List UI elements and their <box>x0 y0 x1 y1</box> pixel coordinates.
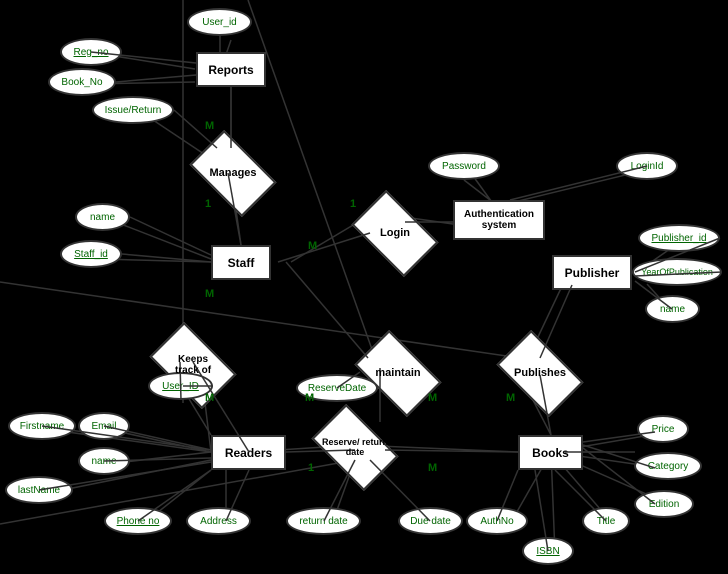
entity-reports: Reports <box>196 52 266 87</box>
multiplicity-m1: M <box>205 120 214 132</box>
entity-books: Books <box>518 435 583 470</box>
multiplicity-m-maintain: M <box>305 392 314 404</box>
ellipse-loginid: LoginId <box>616 152 678 180</box>
multiplicity-m-readers: M <box>205 392 214 404</box>
ellipse-edition: Edition <box>634 490 694 518</box>
ellipse-publisher-id: Publisher_id <box>638 224 720 252</box>
multiplicity-m-reserve2: M <box>428 462 437 474</box>
diamond-reserve-return: Reserve/ returndate <box>310 422 400 472</box>
ellipse-return-date: return date <box>286 507 361 535</box>
ellipse-user-id2: User_ID <box>148 372 213 400</box>
multiplicity-m-books: M <box>506 392 515 404</box>
ellipse-issue-return: Issue/Return <box>92 96 174 124</box>
multiplicity-m-login: M <box>308 240 317 252</box>
ellipse-name-reader: name <box>78 447 130 475</box>
ellipse-due-date: Due date <box>398 507 463 535</box>
multiplicity-1-staff: 1 <box>205 198 211 210</box>
ellipse-reg-no: Reg_no <box>60 38 122 66</box>
er-diagram: Reports Staff Readers Books Publisher Au… <box>0 0 728 574</box>
entity-auth-system: Authenticationsystem <box>453 200 545 240</box>
ellipse-email: Email <box>78 412 130 440</box>
diamond-login: Login <box>355 208 435 258</box>
entity-staff: Staff <box>211 245 271 280</box>
ellipse-year-pub: YearOfPublication <box>632 258 722 286</box>
ellipse-user-id: User_id <box>187 8 252 36</box>
ellipse-price: Price <box>637 415 689 443</box>
ellipse-book-no: Book_No <box>48 68 116 96</box>
ellipse-title: Title <box>582 507 630 535</box>
ellipse-isbn: ISBN <box>522 537 574 565</box>
diamond-publishes: Publishes <box>500 348 580 398</box>
ellipse-staff-id: Staff_id <box>60 240 122 268</box>
multiplicity-m-staff2: M <box>205 288 214 300</box>
ellipse-name-staff: name <box>75 203 130 231</box>
entity-readers: Readers <box>211 435 286 470</box>
ellipse-category: Category <box>634 452 702 480</box>
diamond-manages: Manages <box>193 148 273 198</box>
ellipse-lastname: lastName <box>5 476 73 504</box>
multiplicity-1-login: 1 <box>350 198 356 210</box>
multiplicity-m-publish: M <box>428 392 437 404</box>
ellipse-name-pub: name <box>645 295 700 323</box>
multiplicity-1-reserve: 1 <box>308 462 314 474</box>
entity-publisher: Publisher <box>552 255 632 290</box>
ellipse-phone-no: Phone no <box>104 507 172 535</box>
ellipse-address: Address <box>186 507 251 535</box>
ellipse-auth-no: AuthNo <box>466 507 528 535</box>
ellipse-firstname: Firstname <box>8 412 76 440</box>
ellipse-password: Password <box>428 152 500 180</box>
